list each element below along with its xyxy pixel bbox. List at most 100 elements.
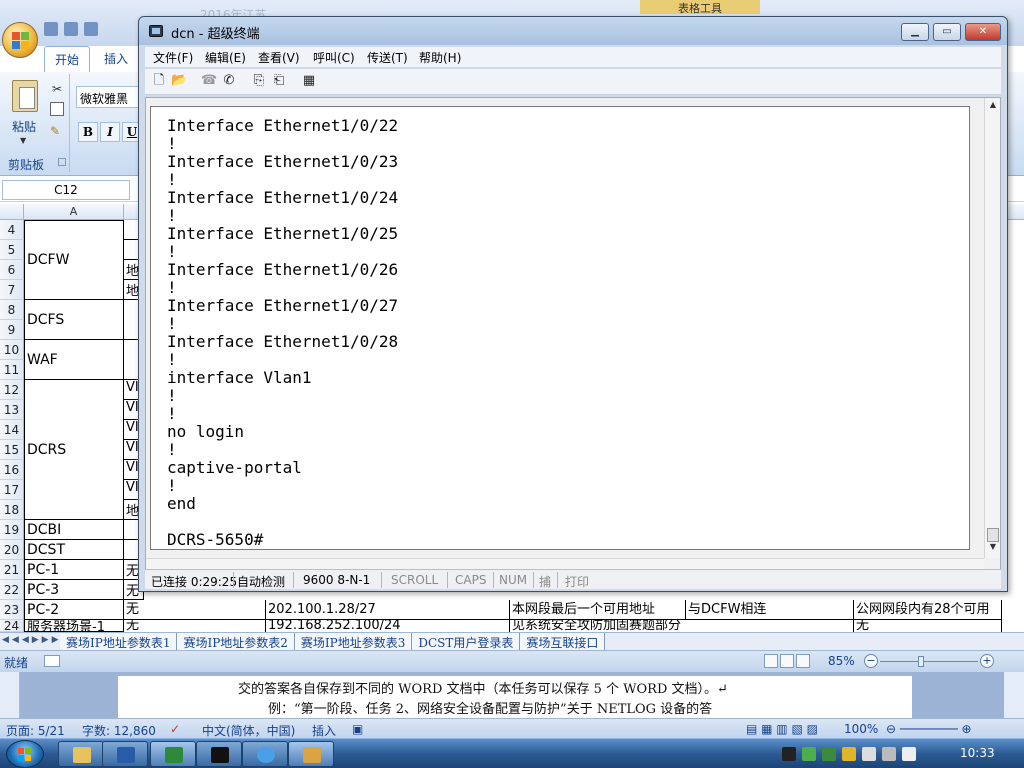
- receive-icon[interactable]: ⎗: [271, 73, 287, 89]
- maximize-button[interactable]: ▭: [933, 23, 961, 41]
- italic-button[interactable]: I: [100, 122, 120, 142]
- cell-d23[interactable]: 本网段最后一个可用地址: [510, 600, 686, 620]
- cell-server[interactable]: 服务器场景-1: [24, 620, 124, 632]
- connect-icon[interactable]: ☎: [201, 73, 217, 89]
- row-header[interactable]: 7: [0, 280, 24, 300]
- save-icon[interactable]: [44, 22, 58, 36]
- disconnect-icon[interactable]: ✆: [221, 73, 237, 89]
- tab-home[interactable]: 开始: [44, 46, 91, 72]
- hyperterminal-taskbar-button[interactable]: [288, 741, 334, 767]
- document-page[interactable]: 交的答案各自保存到不同的 WORD 文档中（本任务可以保存 5 个 WORD 文…: [118, 676, 912, 718]
- row-header[interactable]: 24: [0, 620, 24, 632]
- cell-dcfw[interactable]: DCFW: [24, 220, 124, 300]
- format-painter-icon[interactable]: ✎: [50, 124, 60, 138]
- row-header[interactable]: 18: [0, 500, 24, 520]
- normal-view-icon[interactable]: [764, 654, 778, 668]
- row-header[interactable]: 22: [0, 580, 24, 600]
- zoom-out-icon[interactable]: −: [864, 654, 878, 668]
- copy-icon[interactable]: [50, 102, 64, 116]
- cell-b23[interactable]: 无: [124, 600, 266, 620]
- dialog-launcher-icon[interactable]: [58, 158, 66, 166]
- row-header[interactable]: 20: [0, 540, 24, 560]
- language[interactable]: 中文(简体，中国): [202, 722, 295, 739]
- vertical-scrollbar[interactable]: [1004, 672, 1024, 718]
- word-zoom-slider[interactable]: ⊖ ──────── ⊕: [886, 722, 972, 736]
- close-button[interactable]: ✕: [965, 23, 1001, 41]
- cell-pc2[interactable]: PC-2: [24, 600, 124, 620]
- scroll-up-icon[interactable]: ▲: [987, 100, 999, 114]
- cell-e23[interactable]: 与DCFW相连: [686, 600, 854, 620]
- bold-button[interactable]: B: [78, 122, 98, 142]
- zoom-level[interactable]: 85%: [828, 654, 855, 668]
- row-header[interactable]: 15: [0, 440, 24, 460]
- tray-warning-icon[interactable]: [842, 747, 856, 761]
- tray-clipboard-icon[interactable]: [862, 747, 876, 761]
- paste-icon[interactable]: [12, 80, 38, 112]
- paste-label[interactable]: 粘贴: [12, 118, 36, 135]
- cell-pc3[interactable]: PC-3: [24, 580, 124, 600]
- cut-icon[interactable]: ✂: [52, 82, 62, 96]
- zoom-slider[interactable]: − +: [864, 653, 994, 669]
- row-header[interactable]: 16: [0, 460, 24, 480]
- menu-edit[interactable]: 编辑(E): [205, 49, 246, 66]
- menu-file[interactable]: 文件(F): [153, 49, 193, 66]
- terminal-screen[interactable]: Interface Ethernet1/0/22 ! Interface Eth…: [150, 106, 970, 550]
- terminal-app-icon[interactable]: [149, 25, 163, 37]
- menu-transfer[interactable]: 传送(T): [367, 49, 408, 66]
- page-layout-view-icon[interactable]: [780, 654, 794, 668]
- row-header[interactable]: 5: [0, 240, 24, 260]
- name-box[interactable]: C12: [2, 180, 130, 200]
- cell-d24[interactable]: 见系统安全攻防加固赛题部分: [510, 620, 854, 632]
- sheet-nav-arrows-icon[interactable]: ◀◀◀▶▶▶: [2, 635, 62, 645]
- cell-dcst[interactable]: DCST: [24, 540, 124, 560]
- zoom-in-icon[interactable]: +: [980, 654, 994, 668]
- open-folder-icon[interactable]: 📂: [171, 73, 187, 89]
- scroll-down-icon[interactable]: ▼: [987, 542, 999, 556]
- excel-taskbar-button[interactable]: [150, 741, 196, 767]
- word-zoom-level[interactable]: 100%: [844, 722, 878, 736]
- page-break-view-icon[interactable]: [796, 654, 810, 668]
- start-button[interactable]: [6, 740, 44, 768]
- select-all-corner[interactable]: [0, 204, 24, 220]
- proofing-icon[interactable]: ✓: [170, 722, 180, 736]
- insert-mode[interactable]: 插入: [312, 722, 336, 739]
- tray-app-icon[interactable]: [782, 747, 796, 761]
- word-count[interactable]: 字数: 12,860: [82, 722, 156, 739]
- cell-c23[interactable]: 202.100.1.28/27: [266, 600, 510, 620]
- undo-icon[interactable]: [64, 22, 78, 36]
- row-header[interactable]: 14: [0, 420, 24, 440]
- cell-f23[interactable]: 公网网段内有28个可用: [854, 600, 1002, 620]
- row-header[interactable]: 19: [0, 520, 24, 540]
- tray-keyboard-icon[interactable]: [882, 747, 896, 761]
- row-header[interactable]: 9: [0, 320, 24, 340]
- macro-record-icon[interactable]: [44, 655, 60, 667]
- cell-pc1[interactable]: PC-1: [24, 560, 124, 580]
- cmd-taskbar-button[interactable]: [196, 741, 242, 767]
- column-header-a[interactable]: A: [24, 204, 124, 220]
- minimize-button[interactable]: ▁: [901, 23, 929, 41]
- font-name-box[interactable]: 微软雅黑: [76, 86, 146, 108]
- row-header[interactable]: 12: [0, 380, 24, 400]
- cell-f24[interactable]: 无: [854, 620, 1002, 632]
- cell-dcbi[interactable]: DCBI: [24, 520, 124, 540]
- redo-icon[interactable]: [84, 22, 98, 36]
- row-header[interactable]: 17: [0, 480, 24, 500]
- menu-view[interactable]: 查看(V): [258, 49, 300, 66]
- explorer-taskbar-button[interactable]: [58, 741, 104, 767]
- new-file-icon[interactable]: 🗋: [151, 73, 167, 89]
- cell-b24[interactable]: 无: [124, 620, 266, 632]
- volume-icon[interactable]: [902, 747, 916, 761]
- clock[interactable]: 10:33: [960, 746, 995, 760]
- cell-c24[interactable]: 192.168.252.100/24: [266, 620, 510, 632]
- menu-help[interactable]: 帮助(H): [419, 49, 461, 66]
- row-header[interactable]: 21: [0, 560, 24, 580]
- menu-call[interactable]: 呼叫(C): [313, 49, 355, 66]
- tray-network-icon[interactable]: [802, 747, 816, 761]
- page-count[interactable]: 页面: 5/21: [6, 722, 65, 739]
- row-header[interactable]: 4: [0, 220, 24, 240]
- row-header[interactable]: 13: [0, 400, 24, 420]
- send-icon[interactable]: ⎘: [251, 73, 267, 89]
- paste-dropdown-icon[interactable]: ▼: [20, 136, 26, 145]
- tab-insert[interactable]: 插入: [94, 46, 138, 72]
- ie-taskbar-button[interactable]: [242, 741, 288, 767]
